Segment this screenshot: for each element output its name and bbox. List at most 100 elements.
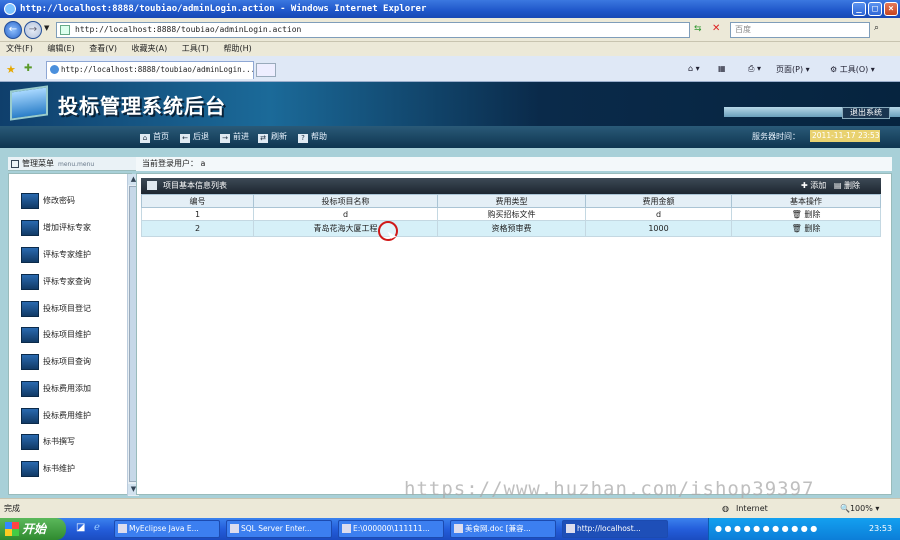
print-icon[interactable]: ⎙ ▾ (748, 64, 761, 74)
nav-help[interactable]: ? 帮助 (298, 131, 327, 143)
ie-window: http://localhost:8888/toubiao/adminLogin… (0, 0, 900, 540)
col-name: 投标项目名称 (253, 194, 438, 208)
col-id: 编号 (141, 194, 254, 208)
sidebar-item-expert-maintain[interactable]: 评标专家维护 (21, 244, 121, 266)
menu-view[interactable]: 查看(V) (89, 44, 117, 53)
cell-id: 1 (141, 207, 254, 221)
sidebar-item-project-maintain[interactable]: 投标项目维护 (21, 324, 121, 346)
sidebar-item-change-password[interactable]: 修改密码 (21, 190, 121, 212)
history-dropdown-icon[interactable]: ▼ (44, 24, 49, 32)
go-icon[interactable]: ⇆ (694, 24, 702, 34)
tab-title: http://localhost:8888/toubiao/adminLogin… (61, 65, 254, 74)
task-myeclipse[interactable]: MyEclipse Java E... (114, 520, 220, 538)
table-row[interactable]: 2 青岛花海大厦工程 资格预审费 1000 🗑 删除 (141, 220, 881, 237)
status-text: 完成 (4, 504, 20, 513)
menu-item-icon (21, 381, 39, 397)
address-input[interactable]: http://localhost:8888/toubiao/adminLogin… (56, 22, 690, 38)
quicklaunch-ie-icon[interactable]: ℯ (94, 522, 100, 533)
quicklaunch-icon[interactable]: ◪ (76, 522, 85, 533)
sidebar-item-expert-query[interactable]: 评标专家查询 (21, 271, 121, 293)
stop-icon[interactable]: ✕ (712, 23, 720, 34)
menu-item-icon (21, 327, 39, 343)
forward-button[interactable]: → (24, 21, 42, 39)
menu-bar: 文件(F) 编辑(E) 查看(V) 收藏夹(A) 工具(T) 帮助(H) (0, 42, 900, 56)
menu-file[interactable]: 文件(F) (6, 44, 33, 53)
add-button[interactable]: ✚ 添加 (801, 181, 826, 190)
sidebar-item-fee-maintain[interactable]: 投标费用维护 (21, 405, 121, 427)
task-ie[interactable]: http://localhost... (562, 520, 668, 538)
nav-back[interactable]: ← 后退 (180, 131, 209, 143)
sidebar-item-project-register[interactable]: 投标项目登记 (21, 298, 121, 320)
sidebar-item-project-query[interactable]: 投标项目查询 (21, 351, 121, 373)
home-icon: ⌂ (140, 134, 150, 143)
zoom-control[interactable]: 🔍100% ▾ (840, 499, 879, 519)
browser-tab[interactable]: http://localhost:8888/toubiao/adminLogin… (46, 61, 254, 79)
nav-home[interactable]: ⌂ 首页 (140, 131, 169, 143)
help-icon: ? (298, 134, 308, 143)
cell-amount: d (585, 207, 732, 221)
address-toolbar: ← → ▼ http://localhost:8888/toubiao/admi… (0, 18, 900, 42)
menu-favorites[interactable]: 收藏夹(A) (132, 44, 168, 53)
task-explorer[interactable]: E:\000000\111111... (338, 520, 444, 538)
sidebar-title: 管理菜单 (22, 159, 54, 168)
forward-arrow-icon: → (220, 134, 230, 143)
logout-button[interactable]: 退出系统 (842, 107, 890, 119)
nav-refresh[interactable]: ⇄ 刷新 (258, 131, 287, 143)
task-sqlserver[interactable]: SQL Server Enter... (226, 520, 332, 538)
nav-forward[interactable]: → 前进 (220, 131, 249, 143)
minimize-button[interactable]: _ (852, 2, 866, 16)
task-word[interactable]: 美食网.doc [兼容... (450, 520, 556, 538)
feeds-icon[interactable]: ▦ (718, 64, 726, 73)
ie-logo-icon (4, 3, 16, 15)
system-tray: ● ● ● ● ● ● ● ● ● ● ● 23:53 (708, 518, 900, 540)
menu-edit[interactable]: 编辑(E) (47, 44, 74, 53)
server-time-label: 服务器时间： (752, 132, 800, 141)
menu-item-icon (21, 408, 39, 424)
sidebar-item-bid-write[interactable]: 标书撰写 (21, 431, 121, 453)
add-favorite-icon[interactable]: ✚ (24, 63, 32, 74)
maximize-button[interactable]: □ (868, 2, 882, 16)
current-user-bar: 当前登录用户： a (136, 157, 892, 171)
delete-row-button[interactable]: 🗑 删除 (792, 210, 821, 219)
home-icon[interactable]: ⌂ ▾ (688, 64, 700, 73)
page-icon (60, 25, 70, 35)
close-button[interactable]: × (884, 2, 898, 16)
menu-square-icon (11, 160, 19, 168)
menu-item-icon (21, 247, 39, 263)
refresh-icon: ⇄ (258, 134, 268, 143)
sidebar-item-bid-maintain[interactable]: 标书维护 (21, 458, 121, 480)
start-button[interactable]: 开始 (0, 518, 66, 540)
tray-icons: ● ● ● ● ● ● ● ● ● ● ● (715, 524, 818, 533)
delete-all-button[interactable]: ▤ 删除 (834, 181, 860, 190)
cell-name: 青岛花海大厦工程 (253, 220, 438, 237)
page-menu[interactable]: 页面(P) ▾ (776, 64, 810, 75)
tab-bar: ★ ✚ http://localhost:8888/toubiao/adminL… (0, 56, 900, 82)
table-header-row: 编号 投标项目名称 费用类型 费用金额 基本操作 (141, 194, 881, 208)
back-arrow-icon: ← (180, 134, 190, 143)
nav-strip: ⌂ 首页 ← 后退 → 前进 ⇄ 刷新 ? 帮助 服务器时间： 2011-11-17 23… (0, 126, 900, 148)
server-time-value: 2011-11-17 23:53 (810, 130, 880, 142)
search-input[interactable]: 百度 (730, 22, 870, 38)
current-user-value: a (200, 159, 206, 168)
sidebar: 修改密码 增加评标专家 评标专家维护 评标专家查询 投标项目登记 投标项目维护 … (8, 173, 139, 496)
delete-row-button[interactable]: 🗑 删除 (792, 224, 821, 233)
search-icon[interactable]: ⌕ (874, 23, 879, 33)
app-body: 管理菜单 menu.menu 当前登录用户： a 修改密码 增加评标专家 评标专家… (0, 148, 900, 498)
col-type: 费用类型 (437, 194, 586, 208)
new-tab-button[interactable] (256, 63, 276, 77)
menu-tools[interactable]: 工具(T) (182, 44, 209, 53)
sidebar-item-add-expert[interactable]: 增加评标专家 (21, 217, 121, 239)
cell-id: 2 (141, 220, 254, 237)
tools-menu[interactable]: ⚙ 工具(O) ▾ (830, 64, 875, 75)
cell-op: 🗑 删除 (731, 207, 881, 221)
tab-page-icon (50, 65, 59, 74)
mouse-cursor-icon (378, 221, 398, 241)
cell-op: 🗑 删除 (731, 220, 881, 237)
list-icon (147, 181, 157, 190)
favorites-star-icon[interactable]: ★ (6, 63, 16, 76)
menu-help[interactable]: 帮助(H) (223, 44, 251, 53)
back-button[interactable]: ← (4, 21, 22, 39)
sidebar-item-fee-add[interactable]: 投标费用添加 (21, 378, 121, 400)
table-row[interactable]: 1 d 购买招标文件 d 🗑 删除 (141, 207, 881, 221)
zone-text: Internet (736, 504, 768, 513)
